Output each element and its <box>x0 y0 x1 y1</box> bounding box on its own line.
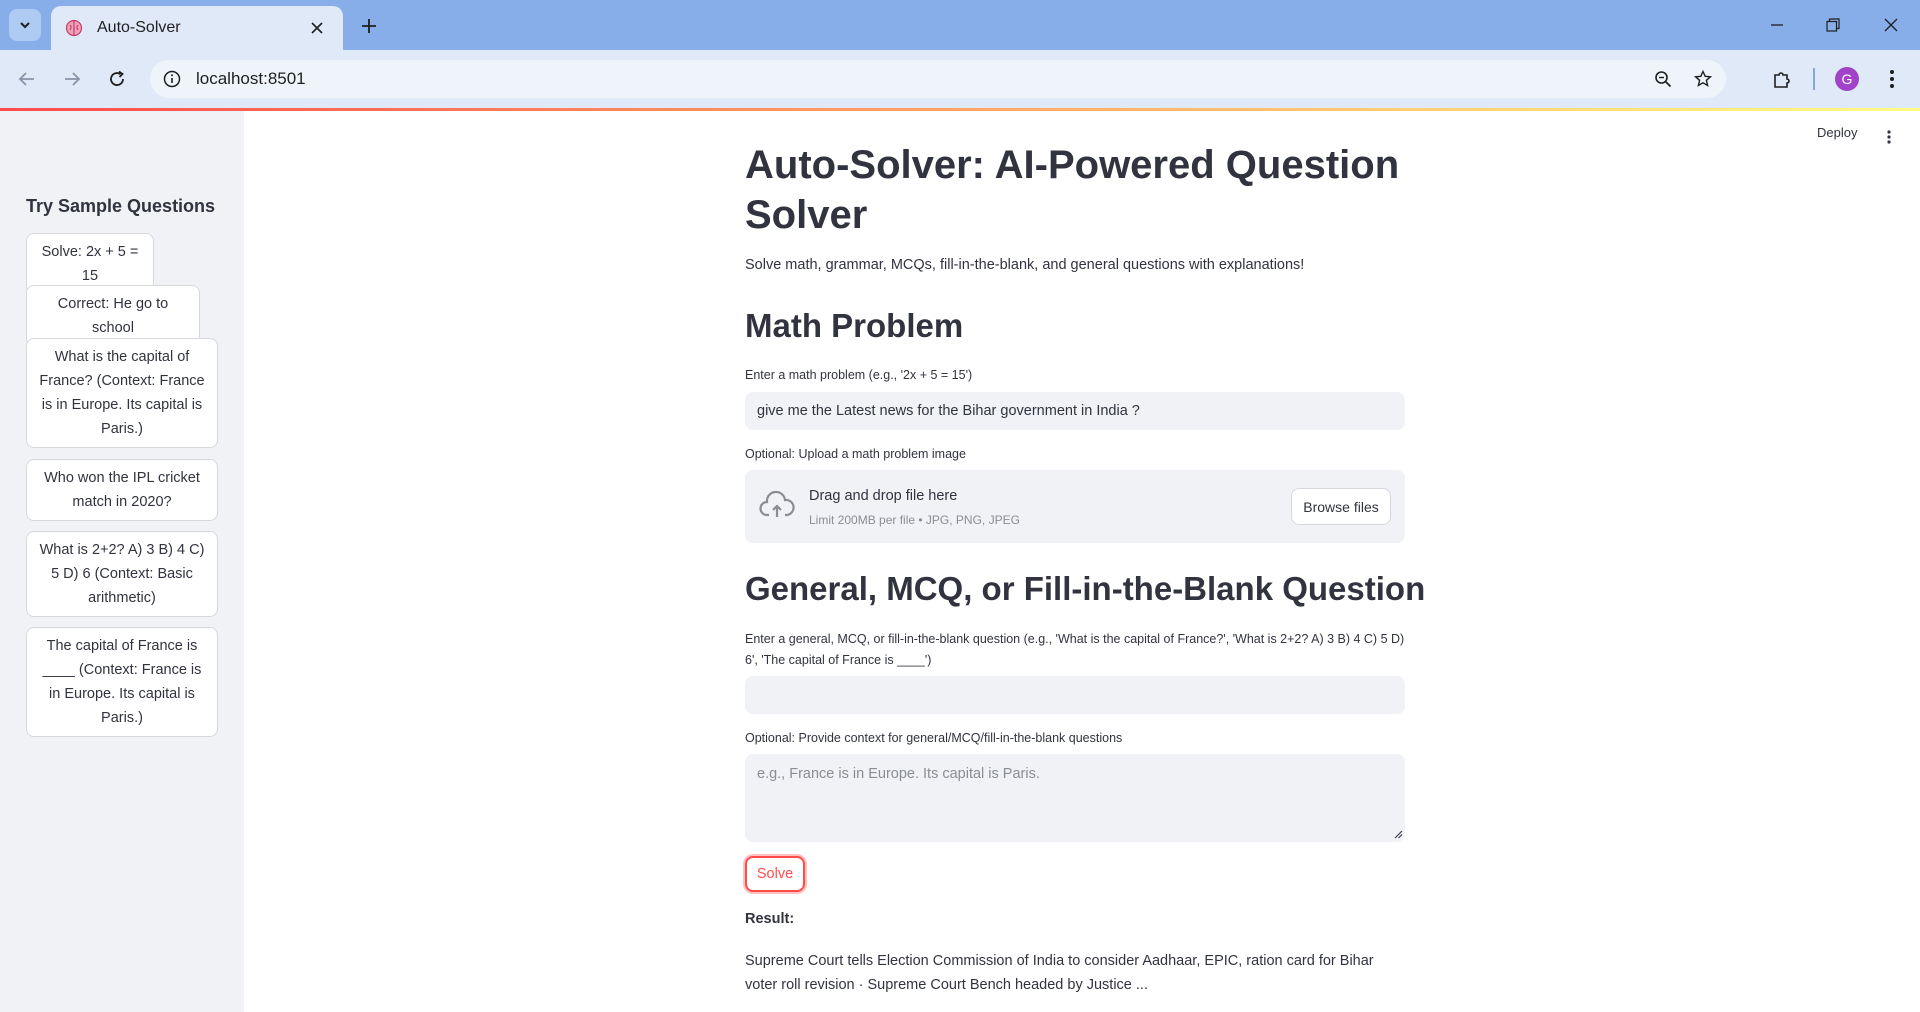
general-question-input[interactable] <box>745 676 1405 714</box>
arrow-right-icon <box>65 72 81 86</box>
file-dropzone[interactable]: Drag and drop file here Limit 200MB per … <box>745 470 1405 543</box>
puzzle-icon <box>1774 72 1790 88</box>
close-tab-icon[interactable] <box>305 16 329 40</box>
dropzone-limit: Limit 200MB per file • JPG, PNG, JPEG <box>809 513 1020 527</box>
url-text: localhost:8501 <box>196 69 306 88</box>
sample-button[interactable]: The capital of France is ____ (Context: … <box>26 627 218 737</box>
math-problem-input[interactable] <box>745 392 1405 430</box>
more-vertical-icon <box>1890 70 1894 88</box>
browser-tab[interactable]: Auto-Solver <box>51 6 343 50</box>
result-text: Supreme Court tells Election Commission … <box>745 953 1374 993</box>
reload-icon <box>110 70 124 86</box>
browse-files-button[interactable]: Browse files <box>1291 488 1391 525</box>
general-input-label: Enter a general, MCQ, or fill-in-the-bla… <box>745 632 1405 667</box>
page-subtitle: Solve math, grammar, MCQs, fill-in-the-b… <box>745 257 1305 273</box>
toolbar-divider <box>1813 68 1815 90</box>
site-info-icon[interactable] <box>158 65 186 93</box>
context-textarea[interactable] <box>745 754 1405 842</box>
back-button[interactable] <box>10 62 44 96</box>
sample-button[interactable]: Who won the IPL cricket match in 2020? <box>26 459 218 521</box>
deploy-button[interactable]: Deploy <box>1817 125 1857 140</box>
math-heading: Math Problem <box>745 307 964 344</box>
tab-title: Auto-Solver <box>97 19 181 36</box>
general-heading: General, MCQ, or Fill-in-the-Blank Quest… <box>745 570 1426 607</box>
sample-button[interactable]: What is 2+2? A) 3 B) 4 C) 5 D) 6 (Contex… <box>26 531 218 617</box>
new-tab-button[interactable] <box>353 10 385 42</box>
close-icon <box>1884 18 1898 32</box>
sidebar-heading: Try Sample Questions <box>26 196 216 216</box>
result-label: Result: <box>745 911 795 927</box>
tab-search-button[interactable] <box>9 9 41 41</box>
upload-label: Optional: Upload a math problem image <box>745 447 966 461</box>
cloud-upload-icon <box>759 490 795 517</box>
resize-handle-icon[interactable] <box>1394 830 1403 839</box>
restore-icon <box>1826 18 1840 32</box>
restore-button[interactable] <box>1816 8 1850 42</box>
minimize-icon <box>1771 24 1783 26</box>
address-bar[interactable]: localhost:8501 <box>150 60 1726 98</box>
profile-avatar[interactable]: G <box>1835 67 1859 91</box>
browser-menu-button[interactable] <box>1875 62 1909 96</box>
chevron-down-icon <box>20 22 30 29</box>
page-title: Auto-Solver: AI-Powered Question Solver <box>745 143 1400 237</box>
browser-tab-bar: Auto-Solver <box>0 0 1920 50</box>
context-label: Optional: Provide context for general/MC… <box>745 731 1123 745</box>
dropzone-title: Drag and drop file here <box>809 488 958 504</box>
bookmark-star-icon[interactable] <box>1686 62 1720 96</box>
forward-button[interactable] <box>55 62 89 96</box>
sample-button[interactable]: What is the capital of France? (Context:… <box>26 338 218 448</box>
header-decoration <box>0 108 1920 111</box>
zoom-icon[interactable] <box>1646 62 1680 96</box>
math-input-label: Enter a math problem (e.g., '2x + 5 = 15… <box>745 368 973 382</box>
sidebar: Try Sample Questions Solve: 2x + 5 = 15 … <box>0 111 244 1012</box>
reload-button[interactable] <box>100 62 134 96</box>
close-window-button[interactable] <box>1874 8 1908 42</box>
arrow-left-icon <box>18 72 34 86</box>
minimize-button[interactable] <box>1760 8 1794 42</box>
extensions-button[interactable] <box>1765 62 1799 96</box>
solve-button[interactable]: Solve <box>745 856 805 892</box>
plus-icon <box>362 19 376 33</box>
brain-favicon-icon <box>65 19 83 37</box>
app-menu-button[interactable] <box>1880 127 1898 147</box>
more-vertical-icon <box>1887 130 1891 144</box>
